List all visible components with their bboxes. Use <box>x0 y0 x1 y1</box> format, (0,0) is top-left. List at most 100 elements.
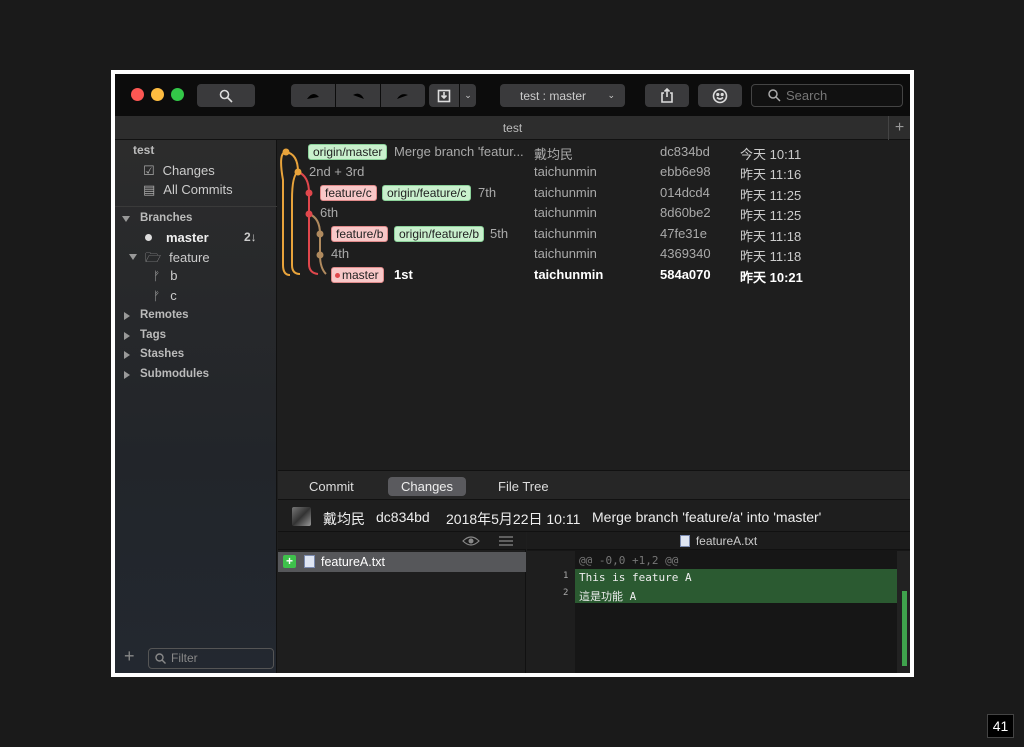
zoom-button[interactable] <box>171 88 184 101</box>
close-button[interactable] <box>131 88 144 101</box>
sidebar-divider <box>115 206 277 207</box>
push-button[interactable] <box>381 84 425 107</box>
filter-placeholder: Filter <box>171 651 198 665</box>
add-button[interactable]: + <box>124 646 135 667</box>
ref-badge[interactable]: feature/c <box>320 185 377 201</box>
disclosure-right-icon[interactable] <box>124 332 130 340</box>
search-input[interactable]: Search <box>751 84 903 107</box>
ref-badge[interactable]: origin/feature/c <box>382 185 472 201</box>
commit-row[interactable]: feature/c origin/feature/c 7th taichunmi… <box>278 183 910 203</box>
commit-message: 5th <box>490 226 509 241</box>
branches-header[interactable]: Branches <box>140 212 192 224</box>
diff-line-added: 1 This is feature A <box>563 569 897 586</box>
diff-line-added: 2 這是功能 A <box>563 586 897 603</box>
commit-date: 2018年5月22日 10:11 <box>446 511 581 527</box>
disclosure-down-icon[interactable] <box>129 254 137 260</box>
ref-badge[interactable]: origin/master <box>308 144 388 160</box>
slide-frame: ⌄ test : master ⌄ Search test + test ☑ Ch… <box>111 70 914 677</box>
filter-input[interactable]: Filter <box>148 648 274 669</box>
chevron-down-icon: ⌄ <box>464 90 472 100</box>
share-button[interactable] <box>645 84 689 107</box>
pull-icon <box>353 90 364 99</box>
disclosure-right-icon[interactable] <box>124 312 130 320</box>
branch-selector[interactable]: test : master ⌄ <box>500 84 625 107</box>
emoji-button[interactable] <box>698 84 742 107</box>
branch-c[interactable]: ᚠc <box>153 288 177 303</box>
sidebar-item-changes[interactable]: ☑ Changes <box>143 163 215 179</box>
commit-message: Merge branch 'feature/a' into 'master' <box>592 509 822 525</box>
eye-icon[interactable] <box>462 535 480 547</box>
tab-title[interactable]: test <box>503 121 522 135</box>
remotes-header[interactable]: Remotes <box>140 309 189 321</box>
disclosure-right-icon[interactable] <box>124 371 130 379</box>
commit-row[interactable]: 2nd + 3rd taichunmin ebb6e98 昨天 11:16 <box>278 162 910 182</box>
current-branch-icon <box>145 234 152 241</box>
commit-author: taichunmin <box>534 226 597 241</box>
stash-icon <box>437 89 451 102</box>
list-icon[interactable] <box>499 535 513 547</box>
ref-badge[interactable]: origin/feature/b <box>394 226 485 242</box>
branch-label: b <box>170 268 178 283</box>
branch-icon: ᚠ <box>153 289 161 303</box>
commit-message: 4th <box>331 246 350 261</box>
head-indicator-icon <box>335 273 340 278</box>
stashes-header[interactable]: Stashes <box>140 348 184 360</box>
title-bar: ⌄ test : master ⌄ Search <box>115 74 910 116</box>
ref-label: master <box>342 268 379 282</box>
new-tab-button[interactable]: + <box>888 116 910 140</box>
folder-icon: 🗁 <box>145 250 162 265</box>
stash-button[interactable] <box>429 84 459 107</box>
app-window: ⌄ test : master ⌄ Search test + test ☑ Ch… <box>115 74 910 673</box>
folder-label: feature <box>169 250 210 265</box>
commit-row[interactable]: origin/master Merge branch 'featur... 戴均… <box>278 142 910 162</box>
ref-badge[interactable]: master <box>331 267 384 283</box>
commit-author: taichunmin <box>534 185 597 200</box>
commit-hash: 584a070 <box>660 267 711 282</box>
commit-hash: dc834bd <box>376 509 430 525</box>
commit-date: 昨天 11:18 <box>740 229 802 244</box>
plus-icon: + <box>894 119 905 136</box>
stash-menu-button[interactable]: ⌄ <box>460 84 476 107</box>
search-placeholder: Search <box>786 88 828 103</box>
commit-author: taichunmin <box>534 267 604 282</box>
commit-message: 6th <box>320 205 339 220</box>
branch-label: c <box>170 288 177 303</box>
search-icon <box>155 653 166 664</box>
repo-name: test <box>133 143 155 157</box>
submodules-header[interactable]: Submodules <box>140 368 209 380</box>
commit-hash: 8d60be2 <box>660 205 711 220</box>
pull-button[interactable] <box>336 84 380 107</box>
fetch-button[interactable] <box>291 84 335 107</box>
commit-hash: ebb6e98 <box>660 164 711 179</box>
sidebar-item-all-commits[interactable]: ▤ All Commits <box>143 182 233 198</box>
scrollbar[interactable] <box>897 551 910 673</box>
commit-row[interactable]: feature/b origin/feature/b 5th taichunmi… <box>278 224 910 244</box>
tags-header[interactable]: Tags <box>140 329 166 341</box>
line-number: 1 <box>563 571 569 581</box>
sidebar: test ☑ Changes ▤ All Commits Branches mast… <box>115 140 277 673</box>
minimize-button[interactable] <box>151 88 164 101</box>
disclosure-down-icon[interactable] <box>122 216 130 222</box>
search-icon <box>219 89 233 103</box>
search-button[interactable] <box>197 84 255 107</box>
checklist-icon: ☑ <box>143 163 155 178</box>
commit-date: 昨天 11:16 <box>740 167 802 182</box>
tab-commit[interactable]: Commit <box>296 477 367 496</box>
commit-row[interactable]: master 1st taichunmin 584a070 昨天 10:21 <box>278 265 910 285</box>
page-number: 41 <box>987 714 1014 738</box>
branch-master[interactable]: master <box>145 230 209 245</box>
commit-row[interactable]: 6th taichunmin 8d60be2 昨天 11:25 <box>278 203 910 223</box>
commit-hash: 47fe31e <box>660 226 707 241</box>
file-row[interactable]: + featureA.txt <box>278 552 526 572</box>
fetch-icon <box>306 93 319 99</box>
tab-file-tree[interactable]: File Tree <box>485 477 562 496</box>
commit-hash: 4369340 <box>660 246 711 261</box>
commit-row[interactable]: 4th taichunmin 4369340 昨天 11:18 <box>278 244 910 264</box>
disclosure-right-icon[interactable] <box>124 351 130 359</box>
branch-b[interactable]: ᚠb <box>153 268 177 283</box>
stack-icon: ▤ <box>143 182 156 197</box>
sidebar-item-label: Changes <box>162 163 215 178</box>
file-name: featureA.txt <box>321 555 385 569</box>
ref-badge[interactable]: feature/b <box>331 226 389 242</box>
tab-changes[interactable]: Changes <box>388 477 467 496</box>
